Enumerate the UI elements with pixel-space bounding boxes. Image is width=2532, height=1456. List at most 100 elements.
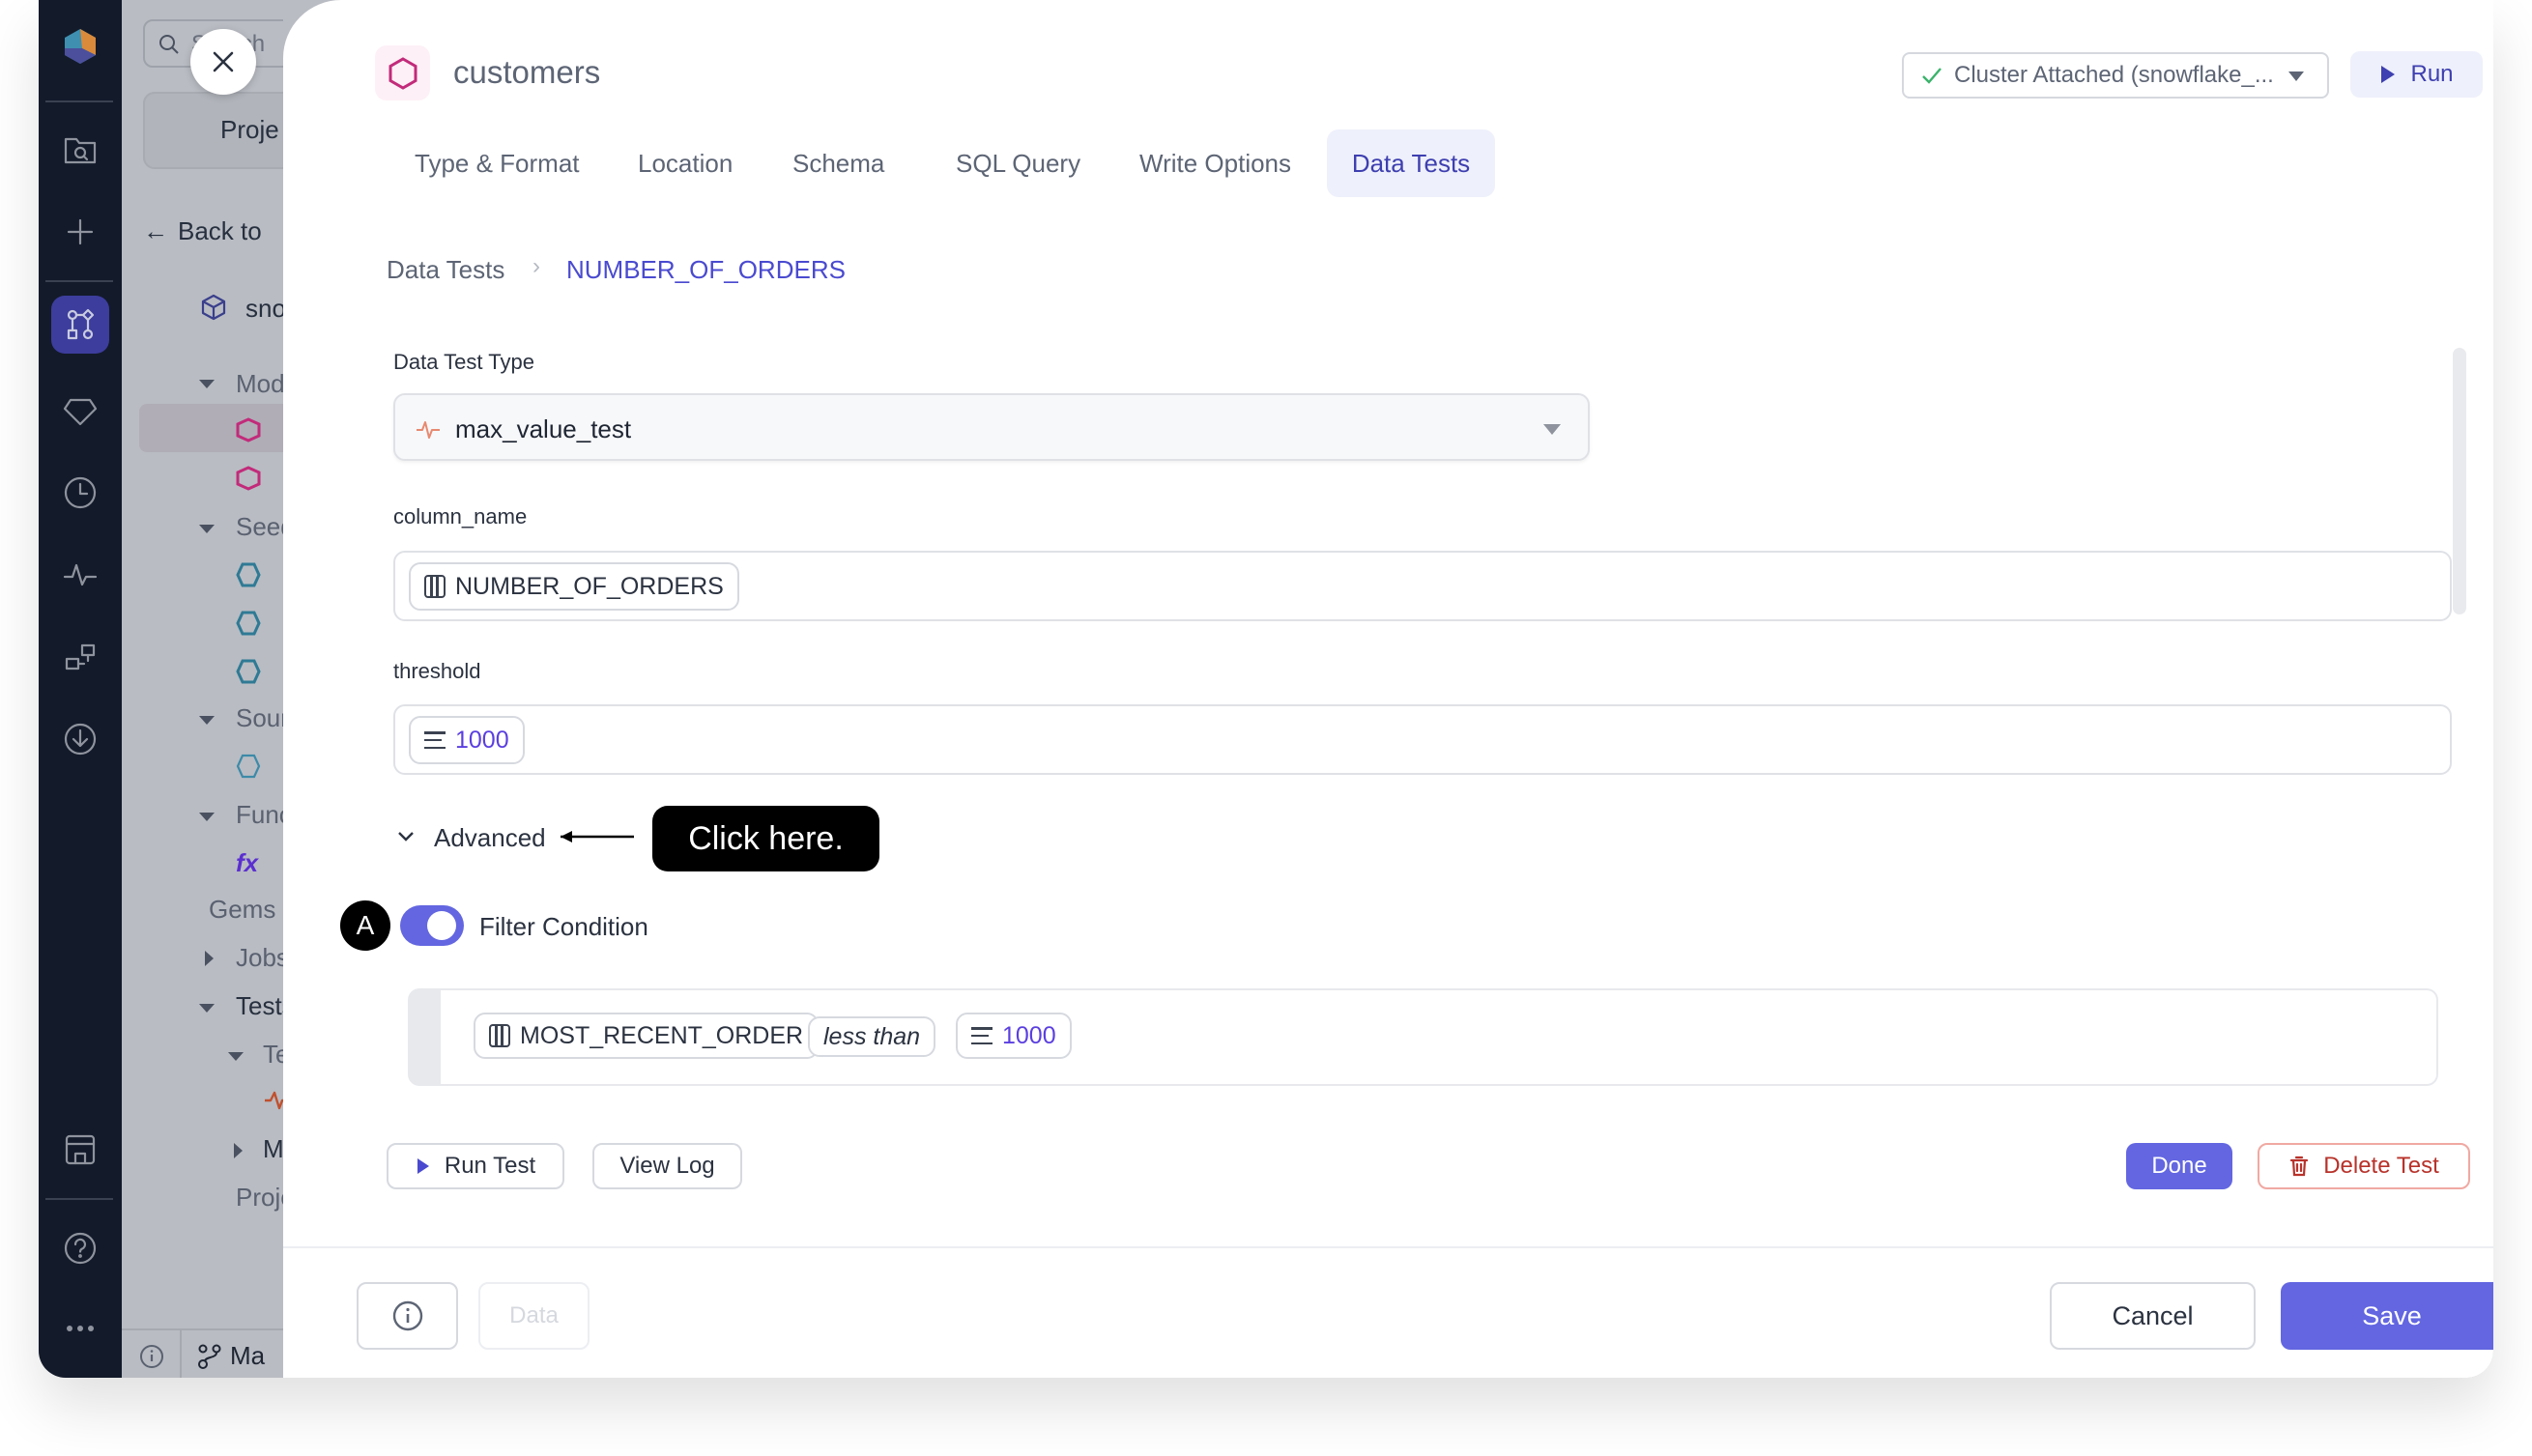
- icon-rail: [39, 0, 122, 1378]
- caret-down-icon[interactable]: [199, 813, 215, 821]
- callout-tooltip: Click here.: [652, 806, 879, 871]
- caret-down-icon[interactable]: [199, 380, 215, 388]
- column-value: NUMBER_OF_ORDERS: [455, 572, 724, 600]
- data-button[interactable]: Data: [478, 1282, 590, 1350]
- test-pulse-icon: [417, 421, 440, 439]
- tab-type-format[interactable]: Type & Format: [391, 129, 603, 197]
- cancel-button[interactable]: Cancel: [2050, 1282, 2256, 1350]
- step-marker: A: [340, 900, 390, 951]
- tree-item-selected-bg: [139, 404, 283, 452]
- source-hex-icon: [236, 754, 261, 779]
- advanced-toggle[interactable]: Advanced: [434, 823, 546, 853]
- scrollbar[interactable]: [2453, 348, 2466, 614]
- play-icon: [417, 1158, 429, 1174]
- rail-divider: [45, 100, 113, 102]
- footer-divider: [180, 1330, 182, 1378]
- caret-right-icon[interactable]: [205, 951, 214, 966]
- breadcrumb-root[interactable]: Data Tests: [387, 255, 504, 285]
- filter-value-chip[interactable]: 1000: [956, 1013, 1072, 1059]
- close-icon: [213, 51, 234, 72]
- threshold-value: 1000: [455, 726, 509, 754]
- delete-test-button[interactable]: Delete Test: [2258, 1143, 2470, 1189]
- view-log-button[interactable]: View Log: [592, 1143, 742, 1189]
- threshold-field[interactable]: 1000: [393, 704, 2452, 775]
- run-test-label: Run Test: [444, 1153, 536, 1179]
- run-test-button[interactable]: Run Test: [387, 1143, 564, 1189]
- cluster-dropdown[interactable]: Cluster Attached (snowflake_...: [1902, 52, 2329, 99]
- run-button[interactable]: Run: [2350, 51, 2483, 98]
- project-button[interactable]: Proje: [143, 92, 283, 169]
- caret-down-icon[interactable]: [199, 1004, 215, 1013]
- project-sidebar: Search Proje ← Back to snowfl Models cus…: [122, 0, 283, 1378]
- caret-down-icon[interactable]: [199, 525, 215, 533]
- save-button[interactable]: Save: [2281, 1282, 2493, 1350]
- tree-group-models[interactable]: Mode: [263, 1134, 283, 1164]
- tree-group-test[interactable]: Test: [263, 1040, 283, 1070]
- test-pulse-icon: [265, 1091, 283, 1110]
- plus-icon[interactable]: [51, 203, 109, 261]
- close-button[interactable]: [190, 29, 256, 95]
- chevron-down-icon: [1543, 424, 1561, 435]
- tree-section-models[interactable]: Models: [236, 369, 283, 399]
- filter-operator-chip[interactable]: less than: [808, 1016, 936, 1057]
- pulse-icon[interactable]: [51, 546, 109, 604]
- tree-section-gems[interactable]: Gems: [209, 895, 275, 925]
- back-arrow-icon[interactable]: ←: [143, 216, 168, 246]
- branch-icon: [198, 1344, 221, 1369]
- filter-column-chip[interactable]: MOST_RECENT_ORDER: [474, 1013, 820, 1059]
- help-icon[interactable]: [51, 1219, 109, 1277]
- cluster-status: Cluster Attached (snowflake_...: [1954, 62, 2274, 88]
- graph-icon[interactable]: [51, 296, 109, 354]
- project-button-label: Proje: [220, 115, 279, 144]
- download-icon[interactable]: [51, 710, 109, 768]
- threshold-chip[interactable]: 1000: [409, 716, 525, 764]
- more-icon[interactable]: [51, 1299, 109, 1357]
- seed-hex-icon: [236, 659, 261, 684]
- info-icon[interactable]: [138, 1343, 165, 1370]
- marketplace-icon[interactable]: [51, 1121, 109, 1179]
- caret-right-icon[interactable]: [234, 1143, 243, 1158]
- tab-schema[interactable]: Schema: [769, 129, 907, 197]
- gem-icon[interactable]: [51, 383, 109, 441]
- search-icon: [159, 35, 179, 54]
- tab-sql-query[interactable]: SQL Query: [933, 129, 1104, 197]
- tree-section-project[interactable]: Project: [236, 1183, 283, 1213]
- tab-data-tests[interactable]: Data Tests: [1327, 129, 1495, 197]
- filter-condition-toggle[interactable]: [400, 905, 464, 946]
- tree-section-seeds[interactable]: Seeds: [236, 512, 283, 542]
- tree-section-sources[interactable]: Sources: [236, 703, 283, 733]
- footer-divider: [122, 1328, 283, 1330]
- back-link[interactable]: Back to: [178, 216, 262, 246]
- play-icon: [2381, 66, 2396, 83]
- chevron-down-icon[interactable]: [396, 829, 416, 844]
- tree-section-functions[interactable]: Functio: [236, 800, 283, 830]
- info-button[interactable]: [357, 1282, 458, 1350]
- column-name-field[interactable]: NUMBER_OF_ORDERS: [393, 551, 2452, 621]
- column-name-label: column_name: [393, 504, 528, 528]
- folder-search-icon[interactable]: [51, 120, 109, 178]
- seed-hex-icon: [236, 611, 261, 636]
- tab-location[interactable]: Location: [615, 129, 756, 197]
- column-icon: [424, 575, 446, 598]
- lineage-icon[interactable]: [51, 628, 109, 686]
- clock-icon[interactable]: [51, 464, 109, 522]
- footer-divider: [283, 1246, 2493, 1248]
- branch-name[interactable]: Ma: [230, 1341, 265, 1371]
- filter-condition-box: MOST_RECENT_ORDER less than 1000: [408, 988, 2438, 1086]
- caret-down-icon[interactable]: [199, 716, 215, 725]
- check-icon: [1922, 68, 1942, 84]
- tree-section-jobs[interactable]: Jobs: [236, 943, 283, 973]
- app-window: Search Proje ← Back to snowfl Models cus…: [39, 0, 2493, 1378]
- caret-down-icon[interactable]: [228, 1052, 244, 1061]
- model-dialog: customers Cluster Attached (snowflake_..…: [283, 0, 2493, 1378]
- column-chip[interactable]: NUMBER_OF_ORDERS: [409, 562, 739, 611]
- delete-test-label: Delete Test: [2323, 1153, 2439, 1179]
- tree-section-tests[interactable]: Tests: [236, 991, 283, 1021]
- logo-icon[interactable]: [51, 17, 109, 75]
- toggle-knob: [427, 911, 456, 940]
- done-button[interactable]: Done: [2126, 1143, 2232, 1189]
- test-type-select[interactable]: max_value_test: [393, 393, 1590, 461]
- value-icon: [424, 731, 446, 749]
- tab-write-options[interactable]: Write Options: [1116, 129, 1314, 197]
- project-name: snowfl: [245, 294, 283, 323]
